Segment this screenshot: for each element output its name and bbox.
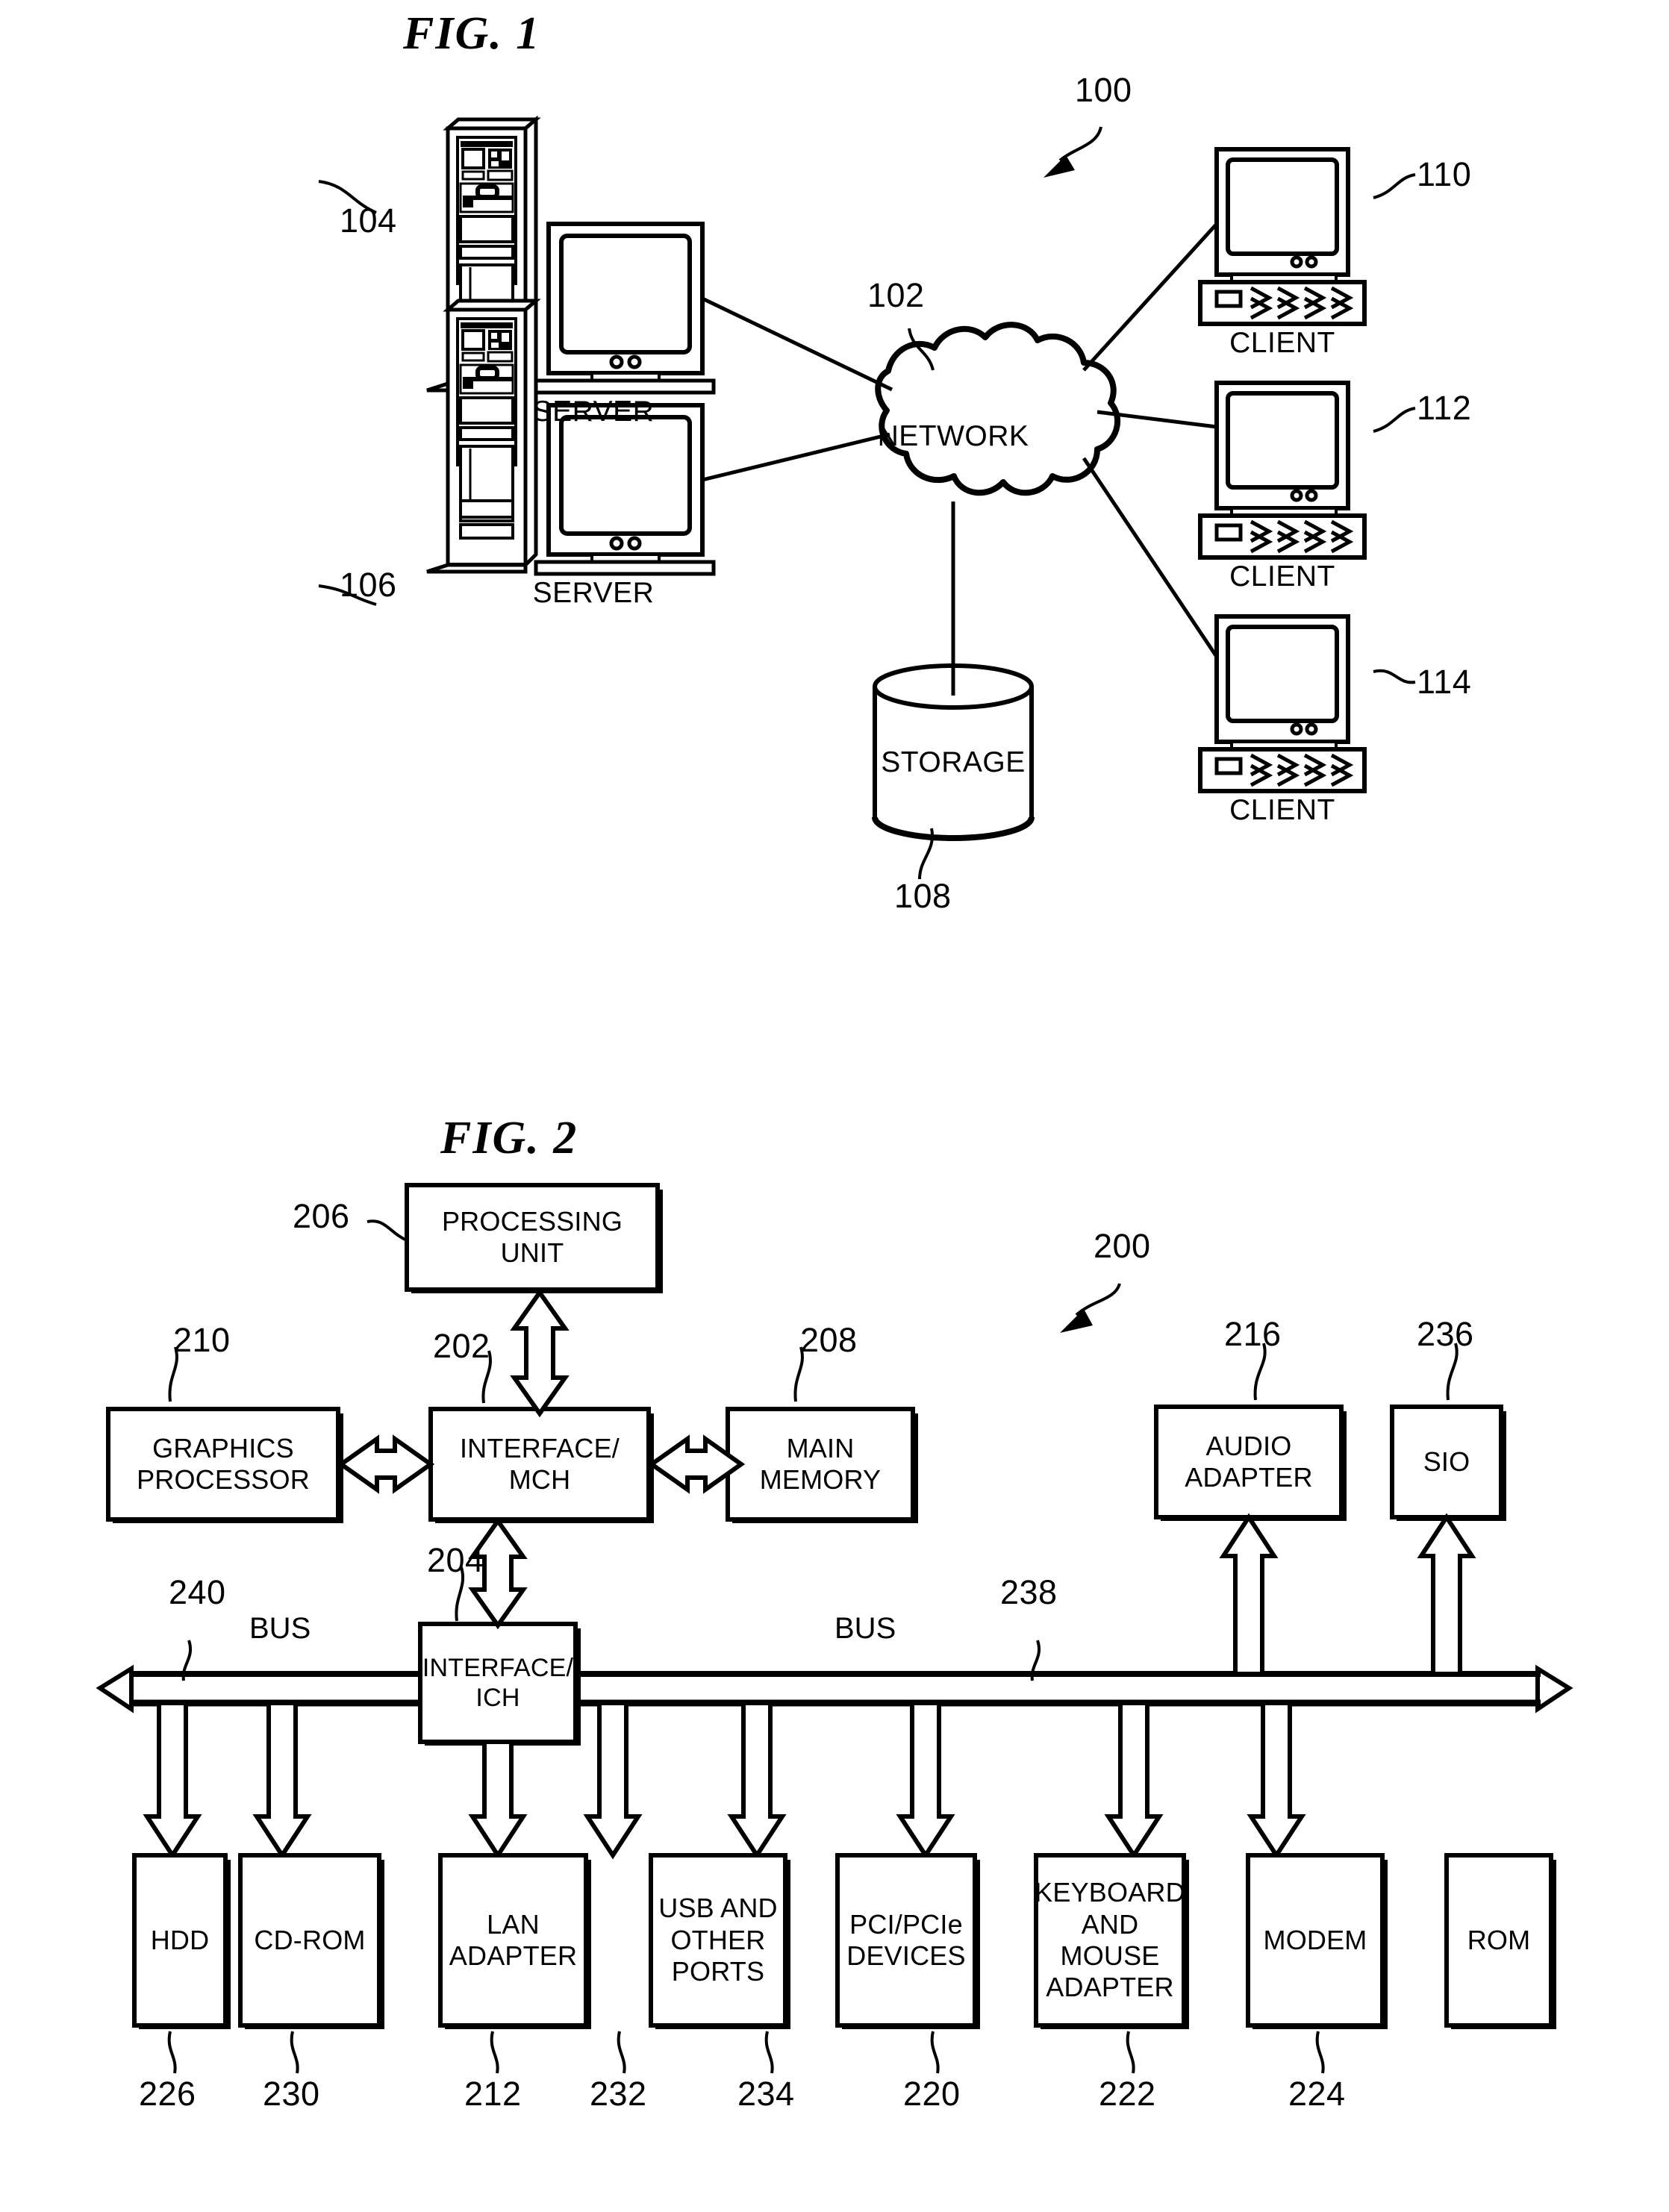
fig2-boxes — [106, 1183, 1503, 1744]
fig2-ref-204: 204 — [427, 1541, 484, 1579]
fig2-bus-label-left: BUS — [249, 1612, 311, 1645]
fig2-bus-rails — [131, 1671, 1541, 1707]
fig2-ref-206: 206 — [293, 1197, 350, 1235]
fig2-bus-label-right: BUS — [834, 1612, 896, 1645]
fig2-graphics — [96, 1183, 1573, 2074]
fig2-ref-232: 232 — [590, 2075, 647, 2113]
fig2-ref-230: 230 — [263, 2075, 320, 2113]
fig2-ref-238: 238 — [1000, 1573, 1058, 1611]
arrow-bus-sio — [1417, 1513, 1476, 1676]
fig2-ref-212: 212 — [464, 2075, 522, 2113]
fig2-device-boxes — [132, 1853, 1553, 2028]
fig2-ref-216: 216 — [1224, 1315, 1282, 1353]
fig2-ref-210: 210 — [173, 1321, 231, 1359]
fig2-ref-220: 220 — [903, 2075, 961, 2113]
arrow-pu-mch — [510, 1288, 570, 1418]
fig2-ref-224: 224 — [1288, 2075, 1346, 2113]
fig2-ref-208: 208 — [800, 1321, 858, 1359]
patent-drawing-sheet: FIG. 1 100 104 106 102 108 110 112 114 S… — [0, 0, 1669, 2212]
arrow-bus-audio — [1219, 1513, 1279, 1676]
fig2-ref-240: 240 — [169, 1573, 226, 1611]
fig2-ref-222: 222 — [1099, 2075, 1156, 2113]
arrow-gp-mch — [337, 1434, 435, 1494]
fig2-bus-down-arrows — [143, 1701, 1306, 1860]
fig2-ref-234: 234 — [737, 2075, 795, 2113]
fig2-ref-236: 236 — [1417, 1315, 1474, 1353]
fig2-system-ref: 200 — [1094, 1227, 1151, 1265]
fig2-ref-202: 202 — [433, 1327, 490, 1365]
fig2-ref-226: 226 — [139, 2075, 196, 2113]
